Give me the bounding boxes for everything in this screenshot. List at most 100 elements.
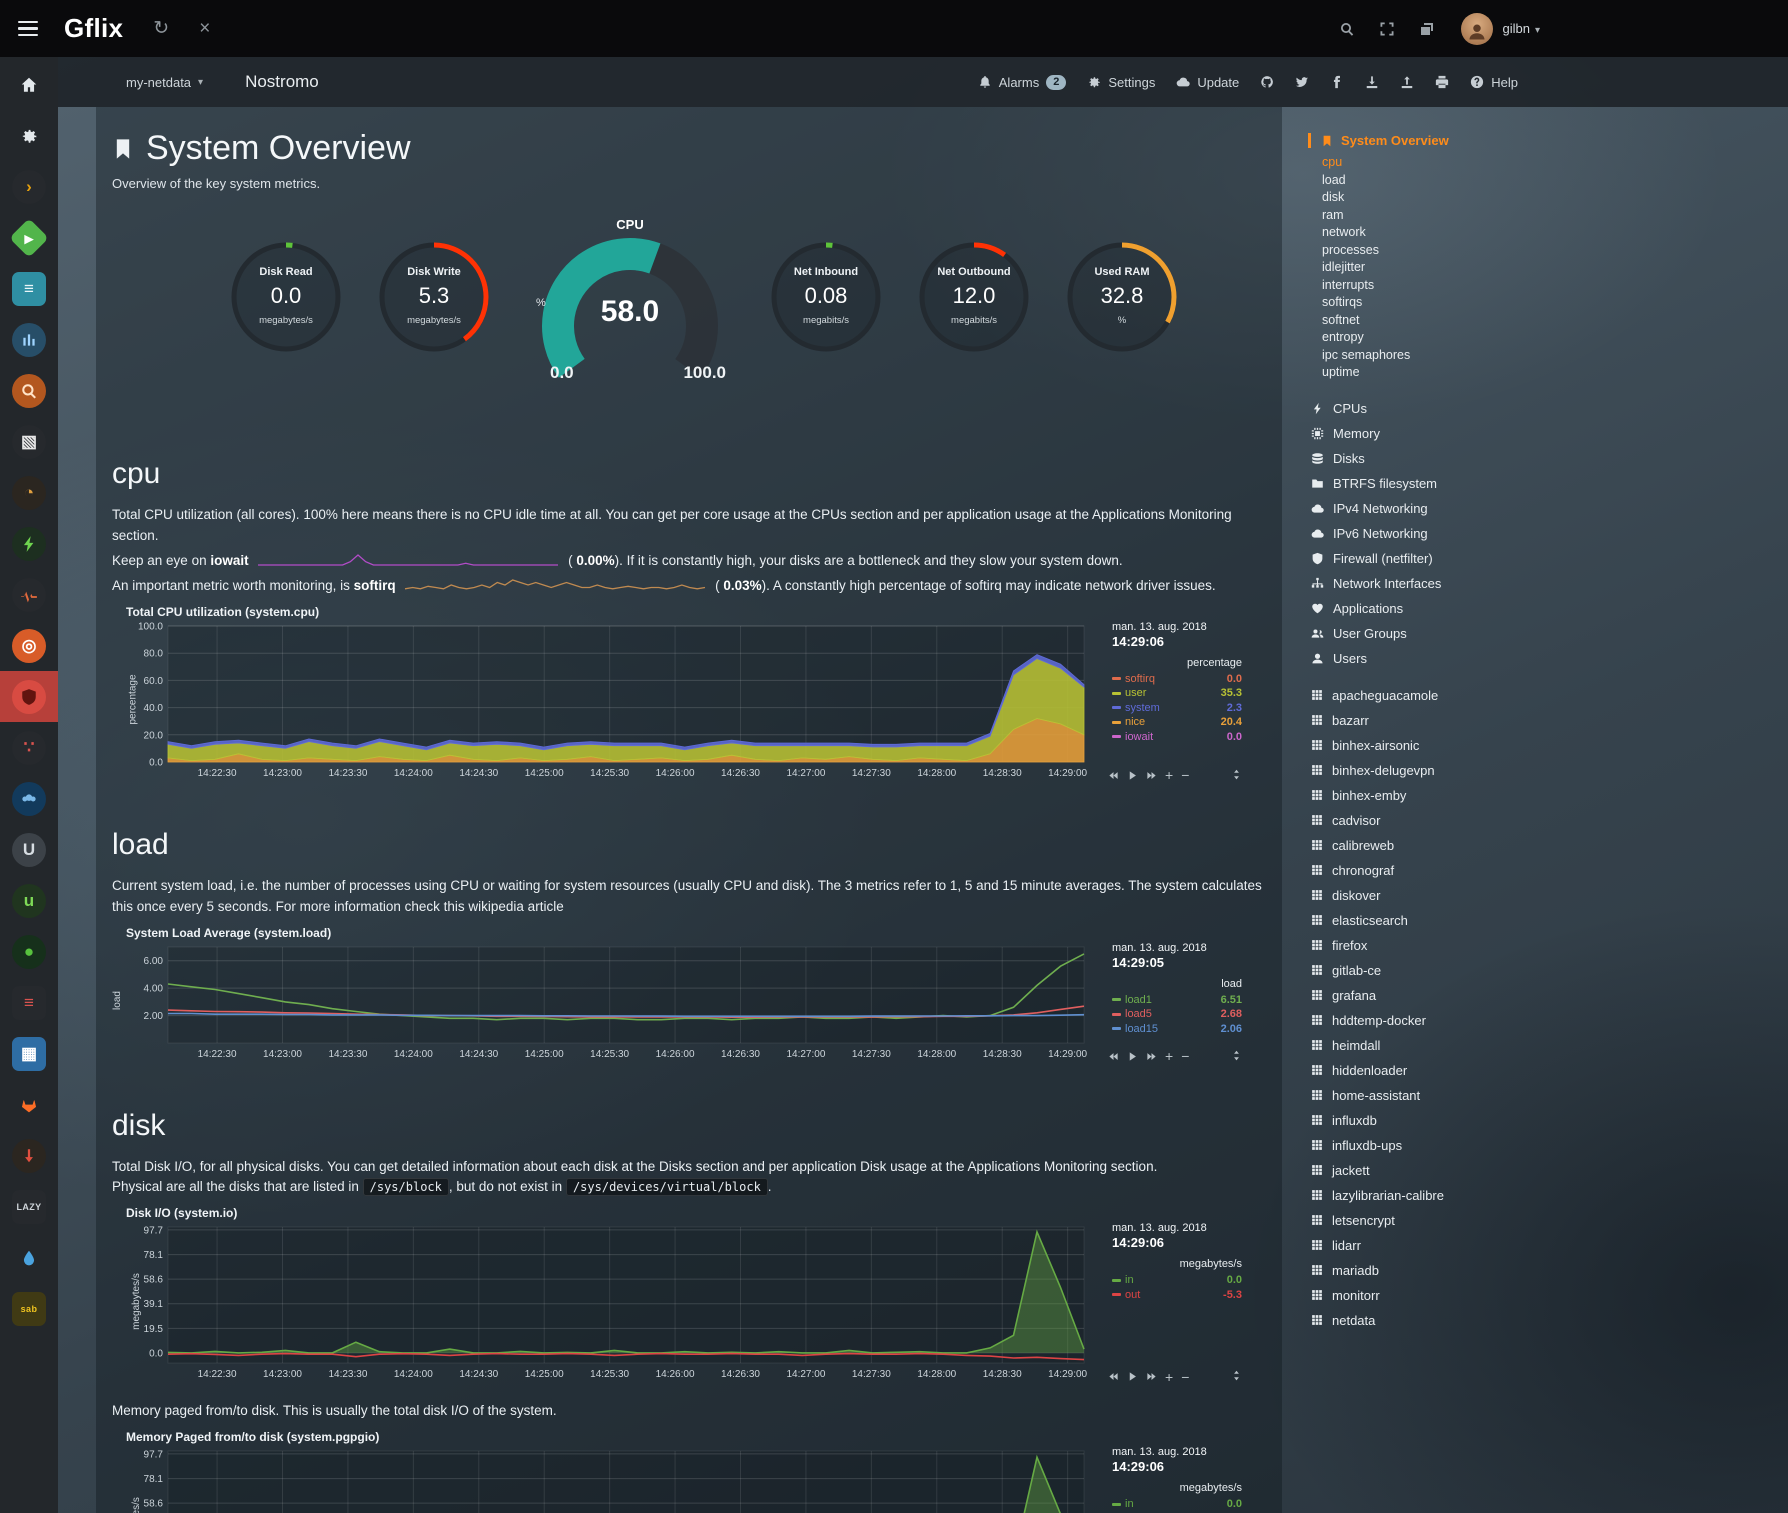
zoom-out-icon[interactable]: − [1181, 1372, 1189, 1382]
app-icon-22[interactable] [0, 1130, 58, 1181]
hamburger-menu-icon[interactable] [18, 21, 38, 37]
zoom-out-icon[interactable]: − [1181, 770, 1189, 780]
app-icon-library[interactable]: ≡ [0, 263, 58, 314]
user-menu[interactable]: gilbn▾ [1503, 21, 1541, 36]
twitter-icon[interactable] [1295, 75, 1309, 89]
app-icon-14[interactable]: ∵ [0, 722, 58, 773]
app-icon-lazylibrarian[interactable]: LAZY [0, 1181, 58, 1232]
app-icon-12[interactable]: ◎ [0, 620, 58, 671]
pan-backward-icon[interactable] [1108, 1371, 1119, 1382]
hostname[interactable]: Nostromo [245, 72, 319, 92]
nav-container[interactable]: lidarr [1311, 1233, 1538, 1258]
nav-section[interactable]: IPv4 Networking [1311, 496, 1538, 521]
play-icon[interactable] [1127, 1371, 1138, 1382]
app-icon-17[interactable]: u [0, 875, 58, 926]
tabs-icon[interactable] [1419, 21, 1435, 37]
app-icon-16[interactable]: U [0, 824, 58, 875]
facebook-icon[interactable] [1330, 75, 1344, 89]
chart-canvas[interactable]: 14:22:3014:23:0014:23:3014:24:0014:24:30… [122, 1445, 1097, 1513]
chart-load[interactable]: System Load Average (system.load) load 1… [122, 926, 1242, 1065]
refresh-icon[interactable]: ↻ [153, 19, 169, 38]
gauge-cpu[interactable]: CPU 58.0 0.0100.0% [522, 217, 738, 413]
legend-entry-nice[interactable]: nice20.4 [1112, 715, 1242, 730]
play-icon[interactable] [1127, 770, 1138, 781]
nav-subitem[interactable]: ipc semaphores [1322, 347, 1538, 365]
nav-subitem[interactable]: disk [1322, 189, 1538, 207]
nav-header-system-overview[interactable]: System Overview [1308, 133, 1538, 148]
nav-container[interactable]: lazylibrarian-calibre [1311, 1183, 1538, 1208]
nav-container[interactable]: diskover [1311, 883, 1538, 908]
chart-canvas[interactable]: 14:22:3014:23:0014:23:3014:24:0014:24:30… [122, 941, 1097, 1065]
iowait-sparkline[interactable] [258, 552, 558, 567]
gauge-disk-write[interactable]: Disk Write5.3megabytes/s [374, 235, 494, 359]
github-icon[interactable] [1260, 75, 1274, 89]
nav-subitem[interactable]: softirqs [1322, 294, 1538, 312]
nav-container[interactable]: monitorr [1311, 1283, 1538, 1308]
nav-section[interactable]: IPv6 Networking [1311, 521, 1538, 546]
pan-forward-icon[interactable] [1146, 1051, 1157, 1062]
app-icon-9[interactable]: ◔ [0, 467, 58, 518]
nav-container[interactable]: grafana [1311, 983, 1538, 1008]
zoom-in-icon[interactable]: + [1165, 1372, 1173, 1382]
nav-section[interactable]: Memory [1311, 421, 1538, 446]
nav-section[interactable]: BTRFS filesystem [1311, 471, 1538, 496]
nav-container[interactable]: mariadb [1311, 1258, 1538, 1283]
help-button[interactable]: Help [1470, 75, 1518, 90]
app-icon-search[interactable] [0, 365, 58, 416]
app-icon-19[interactable]: ≡ [0, 977, 58, 1028]
zoom-in-icon[interactable]: + [1165, 1051, 1173, 1061]
legend-entry-in[interactable]: in0.0 [1112, 1497, 1242, 1512]
app-icon-18[interactable]: ● [0, 926, 58, 977]
update-button[interactable]: Update [1176, 75, 1239, 90]
nav-subitem[interactable]: entropy [1322, 329, 1538, 347]
chart-memory-paged[interactable]: Memory Paged from/to disk (system.pgpgio… [122, 1430, 1242, 1513]
nav-container[interactable]: cadvisor [1311, 808, 1538, 833]
nav-container[interactable]: calibreweb [1311, 833, 1538, 858]
legend-entry-load15[interactable]: load152.06 [1112, 1022, 1242, 1037]
nav-container[interactable]: chronograf [1311, 858, 1538, 883]
nav-container[interactable]: jackett [1311, 1158, 1538, 1183]
pan-backward-icon[interactable] [1108, 770, 1119, 781]
app-icon-bolt[interactable] [0, 518, 58, 569]
legend-entry-out[interactable]: out-5.3 [1112, 1288, 1242, 1303]
app-icon-soundwave[interactable] [0, 314, 58, 365]
nav-section[interactable]: Applications [1311, 596, 1538, 621]
app-icon-plex[interactable]: › [0, 161, 58, 212]
nav-container[interactable]: apacheguacamole [1311, 683, 1538, 708]
legend-entry-softirq[interactable]: softirq0.0 [1112, 672, 1242, 687]
nav-subitem[interactable]: interrupts [1322, 277, 1538, 295]
nav-subitem[interactable]: softnet [1322, 312, 1538, 330]
nav-container[interactable]: binhex-airsonic [1311, 733, 1538, 758]
zoom-out-icon[interactable]: − [1181, 1051, 1189, 1061]
chart-canvas[interactable]: 14:22:3014:23:0014:23:3014:24:0014:24:30… [122, 1221, 1097, 1385]
settings-button[interactable]: Settings [1087, 75, 1155, 90]
pan-forward-icon[interactable] [1146, 1371, 1157, 1382]
nav-subitem[interactable]: cpu [1322, 154, 1538, 172]
legend-entry-system[interactable]: system2.3 [1112, 701, 1242, 716]
app-icon-drop[interactable] [0, 1232, 58, 1283]
legend-entry-in[interactable]: in0.0 [1112, 1273, 1242, 1288]
nav-container[interactable]: home-assistant [1311, 1083, 1538, 1108]
wikipedia-link[interactable]: wikipedia article [468, 899, 563, 914]
export-snapshot-icon[interactable] [1400, 75, 1414, 89]
legend-entry-load1[interactable]: load16.51 [1112, 993, 1242, 1008]
chart-canvas[interactable]: 14:22:3014:23:0014:23:3014:24:0014:24:30… [122, 620, 1097, 784]
app-icon-emby[interactable]: ▸ [0, 212, 58, 263]
legend-entry-iowait[interactable]: iowait0.0 [1112, 730, 1242, 745]
legend-entry-user[interactable]: user35.3 [1112, 686, 1242, 701]
nav-container[interactable]: influxdb [1311, 1108, 1538, 1133]
play-icon[interactable] [1127, 1051, 1138, 1062]
nav-section[interactable]: Users [1311, 646, 1538, 671]
nav-section[interactable]: Network Interfaces [1311, 571, 1538, 596]
gauge-disk-read[interactable]: Disk Read0.0megabytes/s [226, 235, 346, 359]
print-icon[interactable] [1435, 75, 1449, 89]
nav-subitem[interactable]: ram [1322, 207, 1538, 225]
close-icon[interactable]: × [199, 19, 210, 38]
nav-container[interactable]: hddtemp-docker [1311, 1008, 1538, 1033]
chart-resize-handle[interactable] [1231, 1369, 1242, 1382]
nav-container[interactable]: binhex-delugevpn [1311, 758, 1538, 783]
nav-container[interactable]: hiddenloader [1311, 1058, 1538, 1083]
fullscreen-icon[interactable] [1379, 21, 1395, 37]
zoom-in-icon[interactable]: + [1165, 770, 1173, 780]
nav-section[interactable]: Firewall (netfilter) [1311, 546, 1538, 571]
